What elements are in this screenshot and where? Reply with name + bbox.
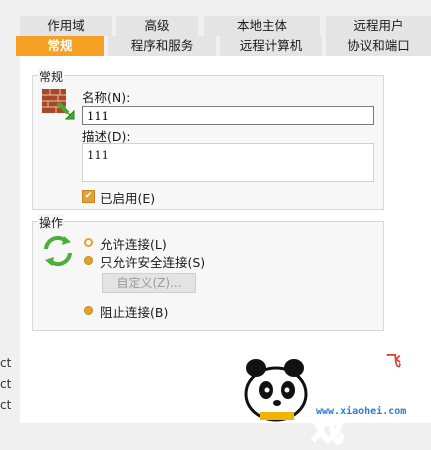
allow-radio[interactable]	[84, 238, 93, 247]
customize-button[interactable]: 自定义(Z)...	[102, 273, 196, 293]
watermark-logo: 小黑游戏 飞 www.xiaohei.com	[236, 350, 431, 449]
tab-general[interactable]: 常规	[16, 36, 104, 56]
watermark-fly: 飞	[386, 352, 402, 370]
tab-programs-services[interactable]: 程序和服务	[108, 36, 216, 56]
background-text: ct	[0, 356, 12, 370]
tab-protocols-ports[interactable]: 协议和端口	[326, 36, 431, 56]
enabled-label[interactable]: 已启用(E)	[100, 188, 155, 207]
watermark-url: www.xiaohei.com	[316, 406, 407, 417]
background-text: ct	[0, 377, 12, 391]
background-text: ct	[0, 398, 12, 412]
name-label: 名称(N):	[82, 90, 131, 105]
allow-secure-label[interactable]: 只允许安全连接(S)	[100, 252, 205, 271]
tab-local-principals[interactable]: 本地主体	[204, 16, 320, 36]
general-group-legend: 常规	[38, 68, 65, 85]
refresh-arrows-icon	[40, 233, 76, 269]
block-radio[interactable]	[84, 306, 93, 315]
allow-secure-radio[interactable]	[84, 256, 93, 265]
tab-advanced[interactable]: 高级	[116, 16, 198, 36]
tab-remote-users[interactable]: 远程用户	[326, 16, 431, 36]
allow-label[interactable]: 允许连接(L)	[100, 234, 167, 253]
block-label[interactable]: 阻止连接(B)	[100, 302, 168, 321]
watermark-title: 小黑游戏	[311, 363, 412, 449]
action-group-legend: 操作	[38, 214, 65, 231]
tab-remote-computers[interactable]: 远程计算机	[220, 36, 322, 56]
name-input[interactable]	[82, 106, 374, 125]
description-textarea[interactable]: 111	[82, 143, 374, 182]
tab-scope[interactable]: 作用域	[20, 16, 112, 36]
enabled-checkbox[interactable]: ✔	[82, 190, 95, 203]
firewall-rule-icon	[40, 85, 76, 121]
action-group	[32, 221, 384, 331]
